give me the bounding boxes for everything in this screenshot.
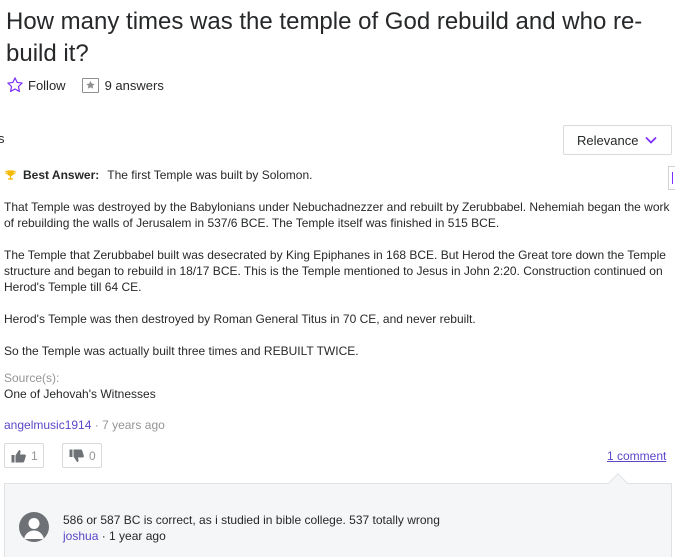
downvote-button[interactable]: 0 <box>62 443 102 468</box>
answers-icon <box>81 77 99 93</box>
best-answer-label: Best Answer: <box>23 168 100 182</box>
question-title: How many times was the temple of God reb… <box>6 8 643 67</box>
best-answer-intro: The first Temple was built by Solomon. <box>107 168 313 182</box>
upvote-count: 1 <box>31 448 38 463</box>
answers-count-label: 9 answers <box>104 77 164 93</box>
answer-paragraph: So the Temple was actually built three t… <box>4 344 359 358</box>
follow-label: Follow <box>28 77 66 93</box>
answers-count: 9 answers <box>81 77 164 93</box>
chevron-down-icon <box>645 136 657 144</box>
comment-author-link[interactable]: joshua <box>63 529 98 543</box>
sort-dropdown[interactable]: Relevance <box>563 125 672 155</box>
downvote-count: 0 <box>89 448 96 463</box>
trophy-icon <box>5 170 16 180</box>
answer-paragraph: That Temple was destroyed by the Babylon… <box>4 200 670 230</box>
answer-time: 7 years ago <box>102 418 165 432</box>
comment-meta: joshua · 1 year ago <box>63 528 166 544</box>
comment-time: 1 year ago <box>109 529 166 543</box>
comment-separator: · <box>98 529 110 543</box>
sort-selected-label: Relevance <box>577 132 639 148</box>
answer-paragraph: The Temple that Zerubbabel built was des… <box>4 248 666 294</box>
thumbs-down-icon <box>69 449 84 462</box>
source-value: One of Jehovah's Witnesses <box>4 387 156 401</box>
source-label: Source(s): <box>4 371 60 385</box>
side-panel-edge[interactable] <box>668 166 675 190</box>
star-icon <box>7 77 23 93</box>
follow-button[interactable]: Follow <box>6 76 66 94</box>
thumbs-up-icon <box>11 449 26 462</box>
answer-meta: angelmusic1914 · 7 years ago <box>4 417 165 433</box>
comment-text: 586 or 587 BC is correct, as i studied i… <box>63 513 440 527</box>
avatar-icon[interactable] <box>19 512 49 542</box>
question-actions: Follow 9 answers <box>6 74 164 96</box>
answer-author-link[interactable]: angelmusic1914 <box>4 418 91 432</box>
meta-separator: · <box>91 418 103 432</box>
answer-body: That Temple was destroyed by the Babylon… <box>4 199 672 375</box>
comments-link[interactable]: 1 comment <box>607 448 666 464</box>
clipped-text: s <box>0 131 5 146</box>
best-answer-header: Best Answer: The first Temple was built … <box>5 167 312 183</box>
upvote-button[interactable]: 1 <box>4 443 44 468</box>
answer-paragraph: Herod's Temple was then destroyed by Rom… <box>4 312 476 326</box>
